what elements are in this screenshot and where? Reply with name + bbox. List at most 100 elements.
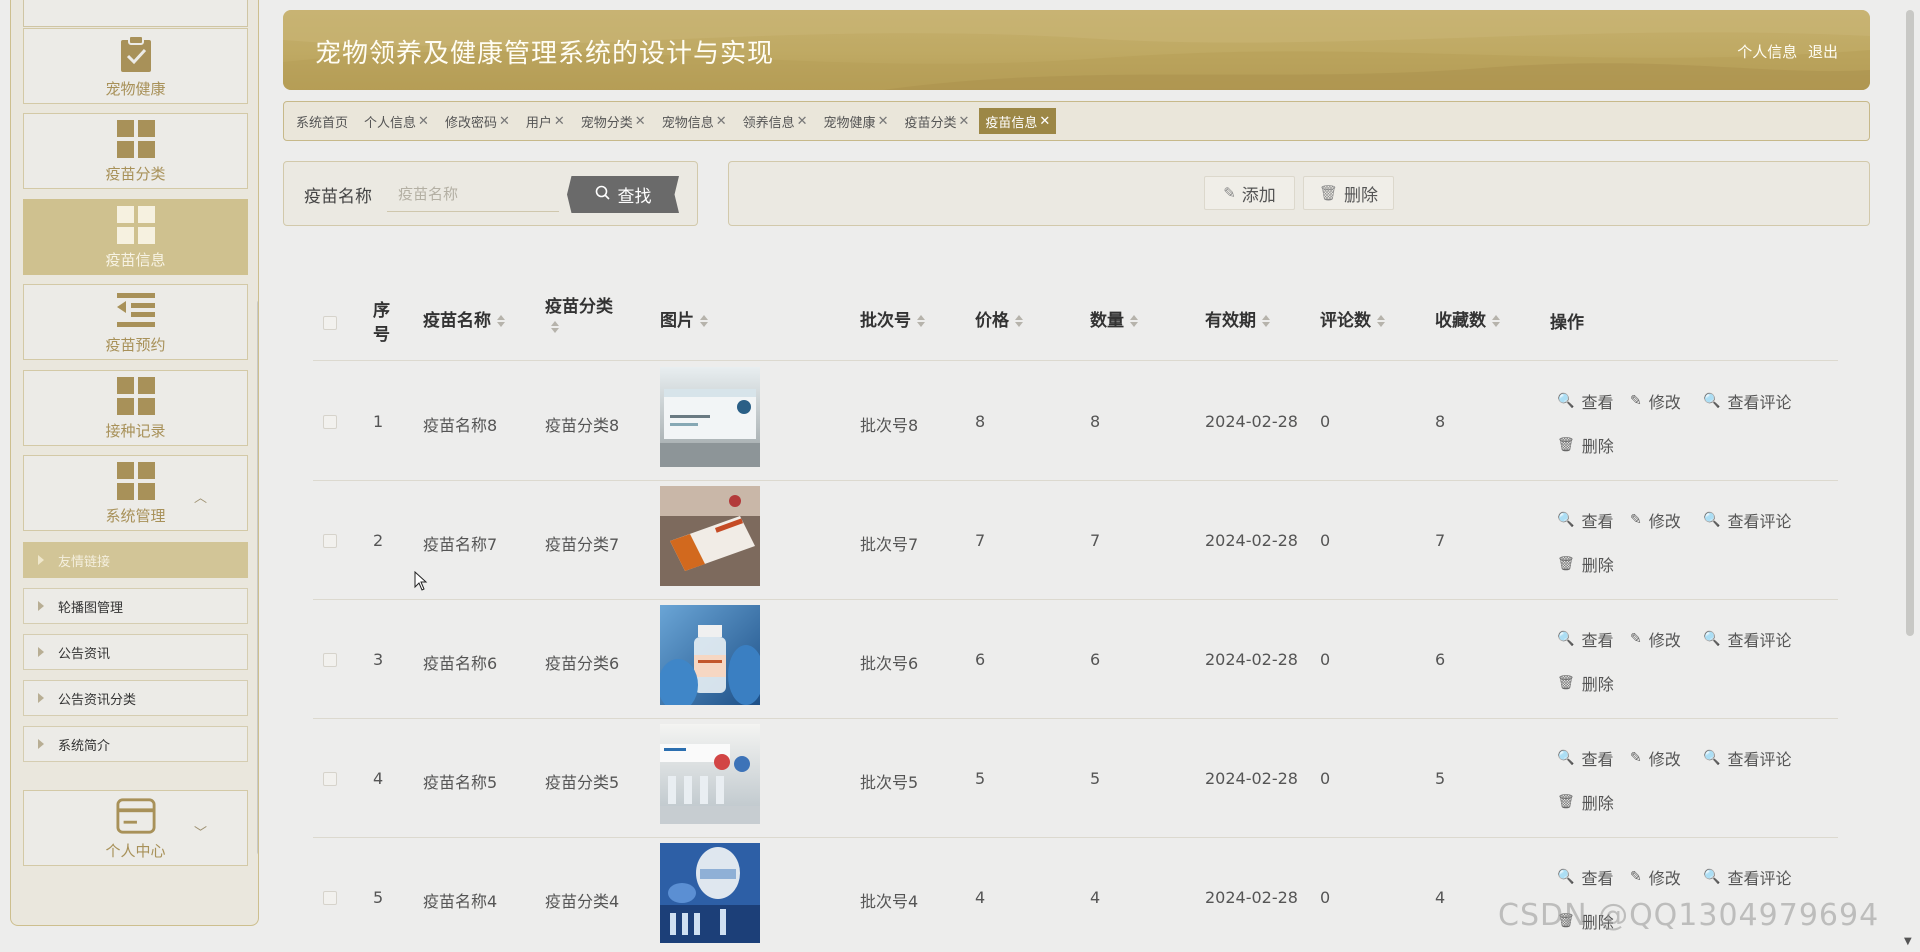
sidebar-item-personal-center[interactable]: 个人中心 ﹀ bbox=[23, 790, 248, 866]
sort-icon[interactable] bbox=[1492, 315, 1500, 327]
search-button[interactable]: 查找 bbox=[567, 176, 679, 213]
view-button[interactable]: 🔍 查看 bbox=[1557, 508, 1613, 532]
col-quantity[interactable]: 数量 bbox=[1090, 309, 1138, 333]
col-favorites[interactable]: 收藏数 bbox=[1435, 309, 1500, 333]
edit-button[interactable]: ✎ 修改 bbox=[1630, 389, 1681, 413]
col-ops: 操作 bbox=[1550, 313, 1584, 333]
sidebar-scrolled-item[interactable] bbox=[23, 0, 248, 27]
close-icon[interactable]: ✕ bbox=[797, 114, 808, 129]
cell-expiry: 2024-02-28 bbox=[1205, 769, 1298, 788]
sort-icon[interactable] bbox=[917, 315, 925, 327]
tab-profile[interactable]: 个人信息 ✕ bbox=[358, 108, 435, 134]
col-image[interactable]: 图片 bbox=[660, 309, 708, 333]
sidebar-item-vaccine-appointment[interactable]: 疫苗预约 bbox=[23, 284, 248, 360]
delete-row-button[interactable]: 🗑 删除 bbox=[1557, 552, 1614, 576]
close-icon[interactable]: ✕ bbox=[418, 114, 429, 129]
edit-button[interactable]: ✎ 修改 bbox=[1630, 746, 1681, 770]
submenu-item-system-intro[interactable]: 系统简介 bbox=[23, 726, 248, 762]
view-comments-button[interactable]: 🔍 查看评论 bbox=[1703, 746, 1791, 770]
vaccine-name-search-input[interactable] bbox=[387, 176, 559, 212]
view-comments-button[interactable]: 🔍 查看评论 bbox=[1703, 508, 1791, 532]
delete-row-button[interactable]: 🗑 删除 bbox=[1557, 790, 1614, 814]
sidebar-scrollbar[interactable] bbox=[257, 300, 258, 855]
sidebar-item-vaccine-category[interactable]: 疫苗分类 bbox=[23, 113, 248, 189]
close-icon[interactable]: ✕ bbox=[499, 114, 510, 129]
submenu-item-news[interactable]: 公告资讯 bbox=[23, 634, 248, 670]
close-icon[interactable]: ✕ bbox=[716, 114, 727, 129]
col-expiry[interactable]: 有效期 bbox=[1205, 309, 1270, 333]
tab-vaccine-category[interactable]: 疫苗分类 ✕ bbox=[898, 108, 975, 134]
sort-icon[interactable] bbox=[1130, 315, 1138, 327]
page-scrollbar[interactable] bbox=[1906, 10, 1914, 636]
submenu-item-news-category[interactable]: 公告资讯分类 bbox=[23, 680, 248, 716]
tab-users[interactable]: 用户 ✕ bbox=[520, 108, 571, 134]
edit-button[interactable]: ✎ 修改 bbox=[1630, 865, 1681, 889]
sort-icon[interactable] bbox=[700, 315, 708, 327]
sidebar-item-vaccine-info[interactable]: 疫苗信息 bbox=[23, 199, 248, 275]
cell-batch: 批次号7 bbox=[860, 535, 919, 554]
view-comments-button[interactable]: 🔍 查看评论 bbox=[1703, 865, 1791, 889]
sidebar-item-system-management[interactable]: 系统管理 ︿ bbox=[23, 455, 248, 531]
col-comments[interactable]: 评论数 bbox=[1320, 309, 1385, 333]
close-icon[interactable]: ✕ bbox=[635, 114, 646, 129]
tab-home[interactable]: 系统首页 bbox=[290, 108, 354, 134]
row-checkbox[interactable] bbox=[323, 653, 337, 667]
row-checkbox[interactable] bbox=[323, 891, 337, 905]
trash-icon: 🗑 bbox=[1318, 184, 1339, 202]
close-icon[interactable]: ✕ bbox=[554, 114, 565, 129]
edit-button-label: 修改 bbox=[1648, 750, 1681, 769]
grid-icon bbox=[116, 376, 156, 416]
view-button[interactable]: 🔍 查看 bbox=[1557, 746, 1613, 770]
row-checkbox[interactable] bbox=[323, 534, 337, 548]
tab-pet-info[interactable]: 宠物信息 ✕ bbox=[656, 108, 733, 134]
scroll-down-arrow-icon[interactable]: ▼ bbox=[1904, 936, 1912, 947]
submenu-item-friend-links[interactable]: 友情链接 bbox=[23, 542, 248, 578]
sort-icon[interactable] bbox=[497, 315, 505, 327]
delete-button[interactable]: 🗑 删除 bbox=[1303, 176, 1394, 210]
submenu-item-carousel[interactable]: 轮播图管理 bbox=[23, 588, 248, 624]
action-panel: ✎ 添加 🗑 删除 bbox=[728, 161, 1870, 226]
sort-icon[interactable] bbox=[1377, 315, 1385, 327]
close-icon[interactable]: ✕ bbox=[878, 114, 889, 129]
view-comments-button[interactable]: 🔍 查看评论 bbox=[1703, 627, 1791, 651]
edit-button[interactable]: ✎ 修改 bbox=[1630, 508, 1681, 532]
profile-link[interactable]: 个人信息 bbox=[1737, 43, 1797, 61]
logout-link[interactable]: 退出 bbox=[1808, 43, 1838, 61]
view-button[interactable]: 🔍 查看 bbox=[1557, 627, 1613, 651]
close-icon[interactable]: ✕ bbox=[958, 114, 969, 129]
delete-row-button[interactable]: 🗑 删除 bbox=[1557, 671, 1614, 695]
sidebar-item-label: 疫苗预约 bbox=[105, 335, 166, 354]
view-button[interactable]: 🔍 查看 bbox=[1557, 389, 1613, 413]
tab-vaccine-info[interactable]: 疫苗信息 ✕ bbox=[979, 108, 1057, 134]
close-icon[interactable]: ✕ bbox=[1039, 114, 1050, 129]
col-batch[interactable]: 批次号 bbox=[860, 309, 925, 333]
caret-right-icon bbox=[38, 693, 44, 703]
search-icon bbox=[595, 185, 610, 205]
tab-change-password[interactable]: 修改密码 ✕ bbox=[439, 108, 516, 134]
view-button-label: 查看 bbox=[1581, 393, 1614, 412]
search-icon: 🔍 bbox=[1703, 869, 1721, 885]
sidebar-item-pet-health[interactable]: 宠物健康 bbox=[23, 28, 248, 104]
edit-icon: ✎ bbox=[1630, 869, 1642, 885]
sidebar-item-vaccination-record[interactable]: 接种记录 bbox=[23, 370, 248, 446]
submenu-item-label: 公告资讯 bbox=[58, 646, 111, 662]
sort-icon[interactable] bbox=[1015, 315, 1023, 327]
tab-adoption-info[interactable]: 领养信息 ✕ bbox=[737, 108, 814, 134]
col-price[interactable]: 价格 bbox=[975, 309, 1023, 333]
col-category[interactable]: 疫苗分类 bbox=[545, 295, 613, 333]
tab-pet-health[interactable]: 宠物健康 ✕ bbox=[818, 108, 895, 134]
row-checkbox[interactable] bbox=[323, 415, 337, 429]
row-checkbox[interactable] bbox=[323, 772, 337, 786]
sort-icon[interactable] bbox=[551, 321, 559, 333]
cell-index: 4 bbox=[373, 769, 384, 788]
add-button[interactable]: ✎ 添加 bbox=[1204, 176, 1295, 210]
col-name[interactable]: 疫苗名称 bbox=[423, 309, 505, 333]
sort-icon[interactable] bbox=[1262, 315, 1270, 327]
edit-button[interactable]: ✎ 修改 bbox=[1630, 627, 1681, 651]
delete-row-button[interactable]: 🗑 删除 bbox=[1557, 433, 1614, 457]
view-button[interactable]: 🔍 查看 bbox=[1557, 865, 1613, 889]
table-row: 5 疫苗名称4 疫苗分类4 批次号4 4 4 2024-02-28 0 4 🔍 查看 ✎ 修改 🔍 查看评论… bbox=[313, 838, 1838, 952]
select-all-checkbox[interactable] bbox=[323, 316, 337, 330]
tab-pet-category[interactable]: 宠物分类 ✕ bbox=[575, 108, 652, 134]
view-comments-button[interactable]: 🔍 查看评论 bbox=[1703, 389, 1791, 413]
